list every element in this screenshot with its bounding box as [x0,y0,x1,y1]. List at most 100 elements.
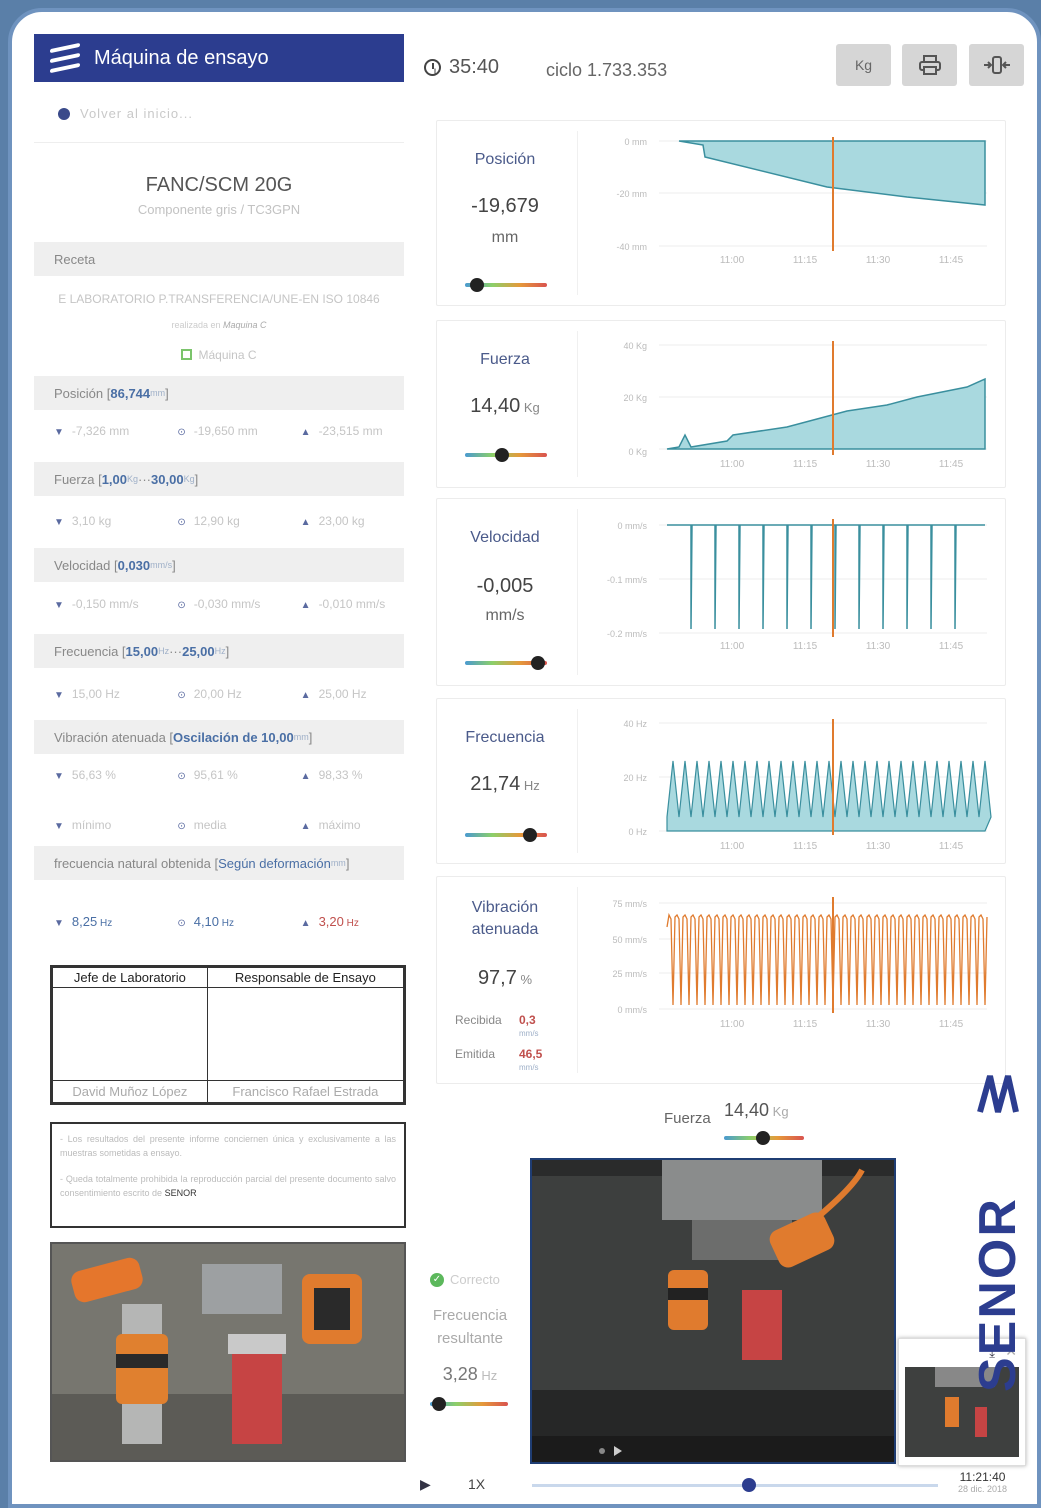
back-label: Volver al inicio... [80,106,193,121]
sig-name-test: Francisco Rafael Estrada [206,1080,405,1103]
tick: 11:30 [866,841,891,852]
result-label: Frecuencia resultante [432,1307,508,1347]
speed-button[interactable]: 1X [468,1476,485,1492]
brand-logo: SENOR [968,1062,1028,1392]
position-panel: Posición -19,679 mm 0 mm -20 mm -40 mm 1… [436,120,1006,306]
tick: -40 mm [616,242,647,252]
position-stats: ▼ -7,326 mm ⊙ -19,650 mm ▲ -23,515 mm [54,424,383,438]
vibration-panel: Vibración atenuada 97,7 % Recibida 0,3 m… [436,876,1006,1084]
tick: 11:30 [866,459,891,470]
position-slider[interactable] [465,278,547,292]
speed-label: Velocidad [470,529,540,546]
slider-knob[interactable] [756,1131,770,1145]
speed-series [667,524,985,630]
sig-header-test: Responsable de Ensayo [206,967,405,988]
unit-button[interactable]: Kg [836,44,891,86]
tick: 40 Hz [623,719,647,729]
back-icon [58,107,70,120]
force-label: Fuerza [480,351,530,368]
timeline-slider[interactable] [532,1478,938,1492]
force-value: 14,40 Kg [470,395,540,417]
vibration-series [666,912,988,1006]
received-value: 0,3 [519,1013,536,1027]
back-link[interactable]: Volver al inicio... [58,106,193,121]
app-frame: Máquina de ensayo Volver al inicio... FA… [8,8,1041,1508]
tick: 0 Hz [628,827,647,837]
tick: 25 mm/s [612,969,647,979]
emitted-label: Emitida [455,1047,496,1061]
tick: 11:45 [939,255,964,266]
speed-slider[interactable] [465,656,547,670]
live-force-slider[interactable] [724,1131,804,1145]
cycle-count: ciclo 1.733.353 [546,60,668,80]
speed-unit: mm/s [485,607,525,624]
tick: 11:30 [866,255,891,266]
component-photo [50,1242,406,1462]
recipe-band: Receta [34,242,404,276]
fit-button[interactable] [969,44,1024,86]
result-value: 3,28 Hz [442,1364,498,1384]
param-vibration: Vibración atenuada [Oscilación de 10,00 … [34,720,404,754]
slider-knob[interactable] [523,828,537,842]
tick: 11:30 [866,1019,891,1030]
speed-stats: ▼ -0,150 mm/s ⊙ -0,030 mm/s ▲ -0,010 mm/s [54,597,386,611]
sig-header-lab: Jefe de Laboratorio [52,967,208,988]
app-title: Máquina de ensayo [94,46,269,69]
divider [34,142,404,143]
slider-knob[interactable] [470,278,484,292]
legal-notes: - Los resultados del presente informe co… [50,1122,406,1228]
tick: 11:15 [793,255,818,266]
slider-knob[interactable] [531,656,545,670]
param-natural-frequency: frecuencia natural obtenida [Según defor… [34,846,404,880]
print-button[interactable] [902,44,957,86]
app-header: Máquina de ensayo [34,34,404,82]
timeline-knob[interactable] [742,1478,756,1492]
tick: 20 Kg [623,393,647,403]
frequency-label: Frecuencia [465,729,545,746]
tick: 11:00 [720,459,745,470]
check-circle-icon: ✓ [430,1272,444,1287]
play-button[interactable]: ▶ [420,1476,431,1493]
position-label: Posición [474,151,536,168]
param-frequency: Frecuencia [15,00 Hz ··· 25,00 Hz] [34,634,404,668]
tick: -20 mm [616,189,647,199]
slider-knob[interactable] [432,1397,446,1411]
timer: 35:40 [424,56,499,79]
result-slider[interactable] [430,1397,508,1411]
tick: 11:00 [720,641,745,652]
force-panel: Fuerza 14,40 Kg 40 Kg 20 Kg 0 Kg 11:00 1… [436,320,1006,488]
tick: 11:15 [793,641,818,652]
frequency-chart: 40 Hz 20 Hz 0 Hz 11:00 11:15 11:30 11:45 [623,719,992,852]
vibration-stats: ▼ 56,63 % ⊙ 95,61 % ▲ 98,33 % [54,768,363,782]
param-position: Posición [86,744 mm] [34,376,404,410]
received-label: Recibida [455,1013,502,1027]
note-2: - Queda totalmente prohibida la reproduc… [60,1174,396,1198]
force-series [666,377,986,450]
force-stats: ▼ 3,10 kg ⊙ 12,90 kg ▲ 23,00 kg [54,514,365,528]
tick: 20 Hz [623,773,647,783]
tick: 0 mm/s [617,1005,647,1015]
video-player[interactable] [530,1158,896,1464]
force-slider[interactable] [465,448,547,462]
emitted-value: 46,5 [519,1047,543,1061]
frequency-stats: ▼ 15,00 Hz ⊙ 20,00 Hz ▲ 25,00 Hz [54,687,367,701]
live-force-label: Fuerza [664,1110,711,1127]
vibration-chart: 75 mm/s 50 mm/s 25 mm/s 0 mm/s 11:00 11:… [612,897,988,1030]
tick: 11:15 [793,459,818,470]
tick: 11:45 [939,641,964,652]
tick: 75 mm/s [612,899,647,909]
speed-value: -0,005 [476,575,534,597]
frequency-slider[interactable] [465,828,547,842]
tick: 11:45 [939,841,964,852]
tick: 0 mm [625,137,648,147]
slider-knob[interactable] [495,448,509,462]
tick: 0 mm/s [617,521,647,531]
tick: 40 Kg [623,341,647,351]
tick: -0.2 mm/s [607,629,648,639]
received-unit: mm/s [519,1029,539,1038]
machine-check[interactable]: Máquina C [34,348,404,362]
frequency-series [666,760,992,832]
recipe-made: realizada en Maquina C [171,320,267,330]
tick: 0 Kg [628,447,647,457]
component-desc: Componente gris / TC3GPN [137,202,301,217]
